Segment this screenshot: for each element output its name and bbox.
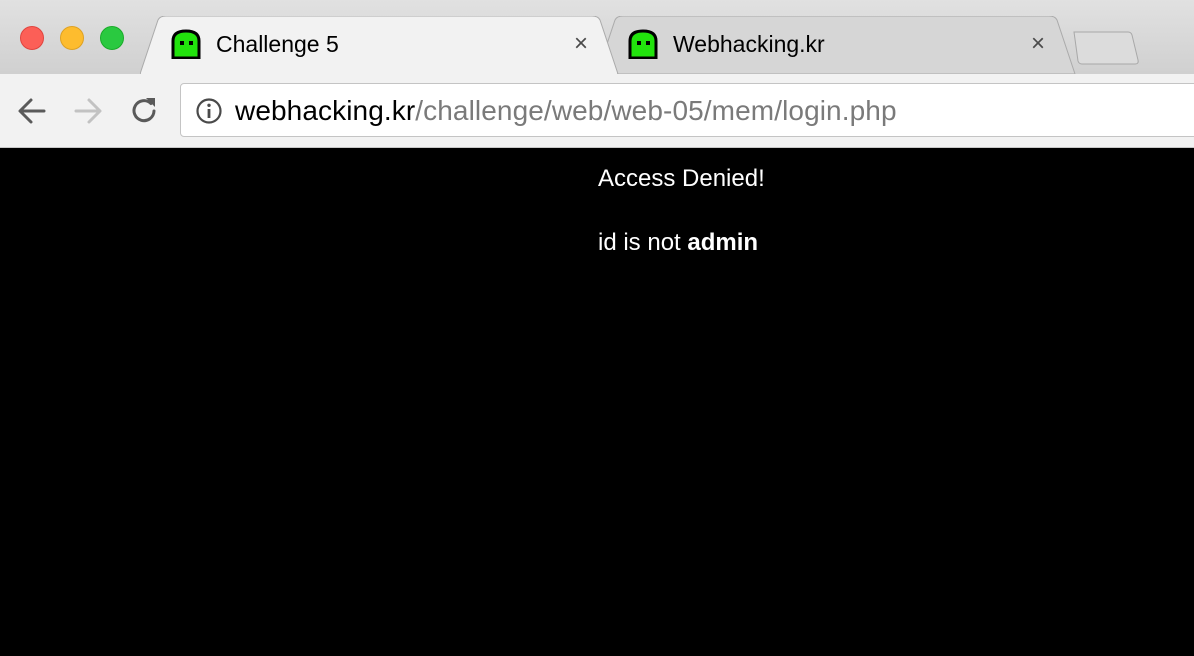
url-text[interactable]: webhacking.kr/challenge/web/web-05/mem/l… [235, 95, 897, 127]
green-ghost-icon [628, 29, 658, 59]
tab-strip: Webhacking.kr × Challenge 5 × [0, 0, 1194, 74]
tab-close-icon[interactable]: × [1027, 32, 1049, 56]
admin-label: admin [687, 229, 759, 256]
green-ghost-icon [171, 29, 201, 59]
info-icon[interactable] [195, 97, 223, 125]
tab-title: Webhacking.kr [673, 31, 825, 57]
url-path: /challenge/web/web-05/mem/login.php [415, 95, 897, 126]
id-check-message: id is not admin [598, 229, 758, 257]
tab-challenge-5[interactable]: Challenge 5 × [140, 16, 624, 74]
tab-close-icon[interactable]: × [570, 32, 592, 56]
new-tab-button[interactable] [1070, 30, 1142, 66]
reload-icon[interactable] [127, 94, 161, 128]
tab-title: Challenge 5 [216, 31, 339, 57]
window-maximize-button[interactable] [100, 26, 124, 50]
id-check-prefix: id is not [598, 229, 688, 256]
page-content: Access Denied! id is not admin [0, 149, 1194, 656]
back-arrow-icon[interactable] [15, 94, 49, 128]
address-bar[interactable]: webhacking.kr/challenge/web/web-05/mem/l… [180, 83, 1194, 137]
browser-toolbar: webhacking.kr/challenge/web/web-05/mem/l… [0, 74, 1194, 148]
access-denied-message: Access Denied! [598, 165, 765, 192]
forward-arrow-icon[interactable] [71, 94, 105, 128]
window-close-button[interactable] [20, 26, 44, 50]
window-minimize-button[interactable] [60, 26, 84, 50]
tab-webhacking[interactable]: Webhacking.kr × [597, 16, 1081, 74]
url-host: webhacking.kr [235, 95, 416, 126]
browser-window: Webhacking.kr × Challenge 5 × webhacking… [0, 0, 1194, 656]
